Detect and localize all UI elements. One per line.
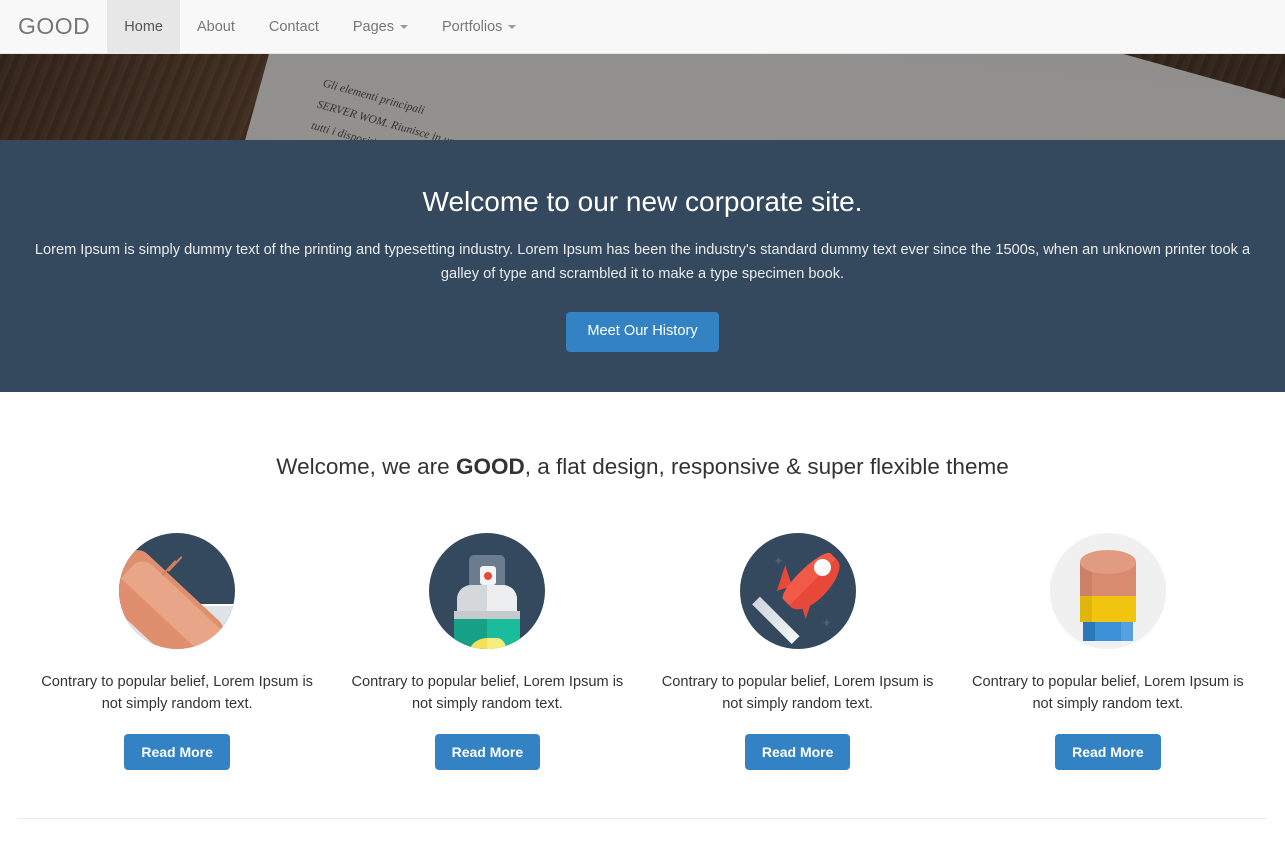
document-sheet-front: Gli elementi principali SERVER WOM. Riun…: [159, 54, 1285, 140]
nav-item-pages-label: Pages: [353, 19, 394, 35]
document-line: Gli elementi principali: [320, 74, 1285, 140]
rocket-icon: ✦ ✦ ✦: [740, 533, 856, 649]
features-heading-bold: GOOD: [456, 454, 525, 479]
feature-column-3: ✦ ✦ ✦ Contrary to popular belief, Lorem …: [643, 533, 953, 770]
feature-text-4: Contrary to popular belief, Lorem Ipsum …: [965, 671, 1251, 715]
chevron-down-icon: [400, 25, 408, 29]
nav-item-about-label: About: [197, 19, 235, 35]
database-stack-icon: [1050, 533, 1166, 649]
document-text-block: Gli elementi principali SERVER WOM. Riun…: [273, 74, 1285, 140]
hero-banner-photo: Gli elementi principali SERVER WOM. Riun…: [0, 54, 1285, 140]
site-brand-logo[interactable]: GOOD: [18, 0, 107, 53]
database-top-cap: [1080, 550, 1136, 574]
nav-item-pages[interactable]: Pages: [336, 0, 425, 53]
pencil-eraser-icon: [119, 533, 235, 649]
nav-item-about[interactable]: About: [180, 0, 252, 53]
chevron-down-icon: [508, 25, 516, 29]
feature-column-1: Contrary to popular belief, Lorem Ipsum …: [22, 533, 332, 770]
welcome-hero-section: Welcome to our new corporate site. Lorem…: [0, 140, 1285, 392]
features-heading-before: Welcome, we are: [276, 454, 456, 479]
features-heading-after: , a flat design, responsive & super flex…: [525, 454, 1009, 479]
features-section: Welcome, we are GOOD, a flat design, res…: [0, 392, 1285, 770]
star-icon: ✦: [822, 617, 832, 629]
nav-menu: Home About Contact Pages Portfolios: [107, 0, 533, 53]
spray-band: [454, 611, 520, 619]
feature-column-2: Contrary to popular belief, Lorem Ipsum …: [332, 533, 642, 770]
main-navbar: GOOD Home About Contact Pages Portfolios: [0, 0, 1285, 54]
read-more-button-3[interactable]: Read More: [745, 734, 851, 770]
features-columns: Contrary to popular belief, Lorem Ipsum …: [0, 533, 1285, 770]
section-divider: [18, 818, 1267, 819]
read-more-button-2[interactable]: Read More: [435, 734, 541, 770]
hero-title: Welcome to our new corporate site.: [20, 184, 1265, 219]
feature-column-4: Contrary to popular belief, Lorem Ipsum …: [953, 533, 1263, 770]
feature-text-2: Contrary to popular belief, Lorem Ipsum …: [344, 671, 630, 715]
rocket-window: [814, 559, 831, 576]
nav-item-home-label: Home: [124, 19, 163, 35]
read-more-button-1[interactable]: Read More: [124, 734, 230, 770]
read-more-button-4[interactable]: Read More: [1055, 734, 1161, 770]
spray-can-icon: [429, 533, 545, 649]
nav-item-home[interactable]: Home: [107, 0, 180, 53]
nav-item-portfolios[interactable]: Portfolios: [425, 0, 533, 53]
meet-our-history-button[interactable]: Meet Our History: [566, 312, 718, 352]
hero-paragraph: Lorem Ipsum is simply dummy text of the …: [20, 239, 1265, 286]
feature-text-3: Contrary to popular belief, Lorem Ipsum …: [655, 671, 941, 715]
nav-item-contact[interactable]: Contact: [252, 0, 336, 53]
feature-text-1: Contrary to popular belief, Lorem Ipsum …: [34, 671, 320, 715]
nav-item-portfolios-label: Portfolios: [442, 19, 502, 35]
nav-item-contact-label: Contact: [269, 19, 319, 35]
features-heading: Welcome, we are GOOD, a flat design, res…: [0, 454, 1285, 480]
